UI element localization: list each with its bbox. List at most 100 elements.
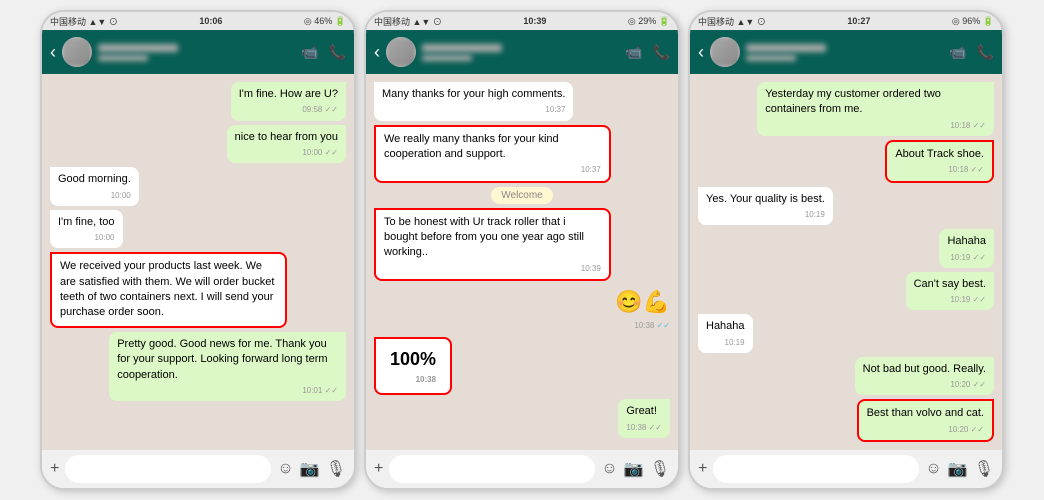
avatar: [386, 37, 416, 67]
message-time: 10:00: [58, 190, 131, 201]
message-bubble: Yes. Your quality is best. 10:19: [698, 187, 833, 226]
battery-text: ◎ 29% 🔋: [628, 16, 670, 27]
status-bar: 中国移动 ▲▼ ⊙ 10:27 ◎ 96% 🔋: [690, 12, 1002, 30]
message-text: Hahaha: [706, 320, 745, 332]
message-bubble: Pretty good. Good news for me. Thank you…: [109, 332, 346, 401]
chat-header: ‹ 📹 📞: [366, 30, 678, 74]
battery-text: ◎ 96% 🔋: [952, 16, 994, 27]
video-call-icon[interactable]: 📹: [625, 44, 642, 61]
message-time: 10:38 ✓✓: [626, 422, 662, 433]
message-bubble: Great! 10:38 ✓✓: [618, 399, 670, 438]
mic-button[interactable]: 🎙: [974, 459, 994, 479]
chat-header: ‹ 📹 📞: [690, 30, 1002, 74]
header-icons: 📹 📞: [301, 44, 346, 61]
back-button[interactable]: ‹: [50, 42, 56, 63]
header-icons: 📹 📞: [949, 44, 994, 61]
message-text: 100%: [390, 349, 436, 369]
message-bubble: I'm fine. How are U? 09:58 ✓✓: [231, 82, 346, 121]
message-bubble: Hahaha 10:19: [698, 314, 753, 353]
message-bubble: 😊💪10:20 ✓✓: [939, 446, 994, 450]
message-bubble: We received your products last week. We …: [50, 252, 287, 328]
emoji-button[interactable]: ☺: [925, 460, 941, 478]
message-input[interactable]: [713, 455, 919, 483]
message-text: About Track shoe.: [895, 148, 984, 160]
avatar: [62, 37, 92, 67]
message-time: 10:18 ✓✓: [765, 120, 986, 131]
camera-button[interactable]: 📷: [300, 459, 320, 479]
message-input[interactable]: [389, 455, 595, 483]
back-button[interactable]: ‹: [374, 42, 380, 63]
contact-info: [422, 44, 619, 61]
message-time: 10:38: [390, 374, 436, 385]
phone-phone3: 中国移动 ▲▼ ⊙ 10:27 ◎ 96% 🔋 ‹ 📹 📞 Yesterday …: [688, 10, 1004, 490]
carrier-text: 中国移动 ▲▼ ⊙: [698, 15, 766, 28]
message-time: 10:19 ✓✓: [914, 294, 986, 305]
mic-button[interactable]: 🎙: [326, 459, 346, 479]
message-text: Yes. Your quality is best.: [706, 193, 825, 205]
video-call-icon[interactable]: 📹: [949, 44, 966, 61]
message-text: I'm fine. How are U?: [239, 88, 338, 100]
message-bubble: Good morning. 10:00: [50, 167, 139, 206]
camera-button[interactable]: 📷: [624, 459, 644, 479]
phone-call-icon[interactable]: 📞: [329, 44, 346, 61]
message-time: 10:39: [384, 263, 601, 274]
message-bubble: Hahaha 10:19 ✓✓: [939, 229, 994, 268]
chat-header: ‹ 📹 📞: [42, 30, 354, 74]
message-time: 10:20 ✓✓: [867, 424, 984, 435]
message-time: 10:19 ✓✓: [947, 252, 986, 263]
contact-info: [98, 44, 295, 61]
add-attachment-button[interactable]: +: [698, 460, 707, 478]
chat-bottom-bar: + ☺ 📷 🎙: [366, 450, 678, 488]
message-text: Good morning.: [58, 173, 131, 185]
message-bubble: Best than volvo and cat. 10:20 ✓✓: [857, 399, 994, 442]
message-text: We really many thanks for your kind coop…: [384, 133, 559, 160]
phones-container: 中国移动 ▲▼ ⊙ 10:06 ◎ 46% 🔋 ‹ 📹 📞 I'm fine. …: [0, 0, 1044, 500]
emoji-button[interactable]: ☺: [601, 460, 617, 478]
message-text: Many thanks for your high comments.: [382, 88, 565, 100]
message-time: 10:37: [382, 104, 565, 115]
time-text: 10:06: [199, 16, 222, 26]
message-bubble: Can't say best. 10:19 ✓✓: [906, 272, 994, 311]
back-button[interactable]: ‹: [698, 42, 704, 63]
message-time: 10:38 ✓✓: [615, 320, 670, 331]
message-text: Best than volvo and cat.: [867, 407, 984, 419]
message-time: 10:00 ✓✓: [235, 147, 338, 158]
message-time: 10:19: [706, 337, 745, 348]
time-text: 10:27: [847, 16, 870, 26]
message-time: 10:01 ✓✓: [117, 385, 338, 396]
chat-area: Yesterday my customer ordered two contai…: [690, 74, 1002, 450]
phone-call-icon[interactable]: 📞: [977, 44, 994, 61]
message-time: 10:18 ✓✓: [895, 164, 984, 175]
add-attachment-button[interactable]: +: [50, 460, 59, 478]
message-text: Yesterday my customer ordered two contai…: [765, 88, 941, 115]
add-attachment-button[interactable]: +: [374, 460, 383, 478]
message-text: Hahaha: [947, 235, 986, 247]
emoji-button[interactable]: ☺: [277, 460, 293, 478]
message-text: Great!: [626, 405, 657, 417]
contact-info: [746, 44, 943, 61]
avatar: [710, 37, 740, 67]
message-input[interactable]: [65, 455, 271, 483]
message-text: Pretty good. Good news for me. Thank you…: [117, 338, 327, 381]
chat-area: I'm fine. How are U? 09:58 ✓✓ nice to hear…: [42, 74, 354, 450]
mic-button[interactable]: 🎙: [650, 459, 670, 479]
message-bubble: nice to hear from you 10:00 ✓✓: [227, 125, 346, 164]
system-message: Welcome: [491, 187, 553, 204]
message-text: 😊💪: [615, 289, 670, 314]
message-bubble: Yesterday my customer ordered two contai…: [757, 82, 994, 136]
camera-button[interactable]: 📷: [948, 459, 968, 479]
message-text: nice to hear from you: [235, 131, 338, 143]
battery-text: ◎ 46% 🔋: [304, 16, 346, 27]
message-time: 09:58 ✓✓: [239, 104, 338, 115]
chat-bottom-bar: + ☺ 📷 🎙: [42, 450, 354, 488]
message-text: Can't say best.: [914, 278, 986, 290]
message-time: 10:37: [384, 164, 601, 175]
phone-phone2: 中国移动 ▲▼ ⊙ 10:39 ◎ 29% 🔋 ‹ 📹 📞 Many thank…: [364, 10, 680, 490]
message-bubble: 100% 10:38: [374, 337, 452, 395]
video-call-icon[interactable]: 📹: [301, 44, 318, 61]
header-icons: 📹 📞: [625, 44, 670, 61]
carrier-text: 中国移动 ▲▼ ⊙: [50, 15, 118, 28]
chat-area: Many thanks for your high comments. 10:37…: [366, 74, 678, 450]
message-time: 10:19: [706, 209, 825, 220]
phone-call-icon[interactable]: 📞: [653, 44, 670, 61]
